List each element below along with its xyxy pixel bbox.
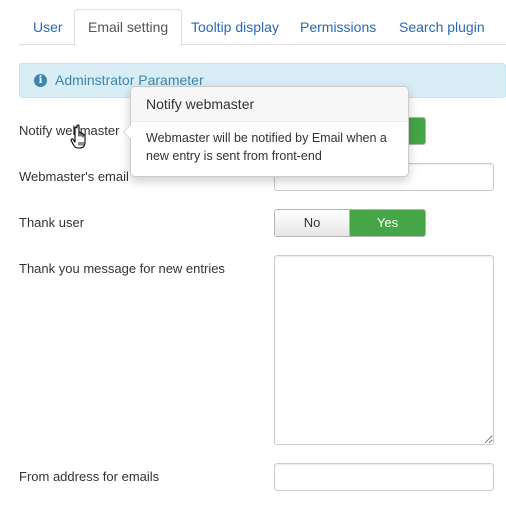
tooltip-title: Notify webmaster <box>131 87 408 122</box>
tooltip-body: Webmaster will be notified by Email when… <box>146 131 387 163</box>
tooltip-arrow <box>123 124 131 140</box>
from-address-input[interactable] <box>274 463 494 491</box>
notify-webmaster-tooltip: Notify webmaster Webmaster will be notif… <box>123 86 409 177</box>
thank-user-yes-option[interactable]: Yes <box>350 210 425 236</box>
tab-search-plugin[interactable]: Search plugin <box>385 9 499 45</box>
thank-you-message-label: Thank you message for new entries <box>19 261 225 276</box>
thank-you-message-textarea[interactable] <box>274 255 494 445</box>
tab-tooltip-display[interactable]: Tooltip display <box>177 9 293 45</box>
info-icon: i <box>34 73 47 87</box>
tab-bar: User Email setting Tooltip display Permi… <box>19 9 506 46</box>
tab-email-setting[interactable]: Email setting <box>74 9 183 46</box>
from-address-label: From address for emails <box>19 469 160 484</box>
webmaster-email-label: Webmaster's email <box>19 169 129 184</box>
thank-user-label: Thank user <box>19 215 85 230</box>
tab-user[interactable]: User <box>19 9 77 45</box>
thank-user-no-option[interactable]: No <box>275 210 350 236</box>
tab-permissions[interactable]: Permissions <box>286 9 390 45</box>
hand-pointer-icon <box>70 124 86 149</box>
thank-user-toggle: No Yes <box>274 209 426 237</box>
